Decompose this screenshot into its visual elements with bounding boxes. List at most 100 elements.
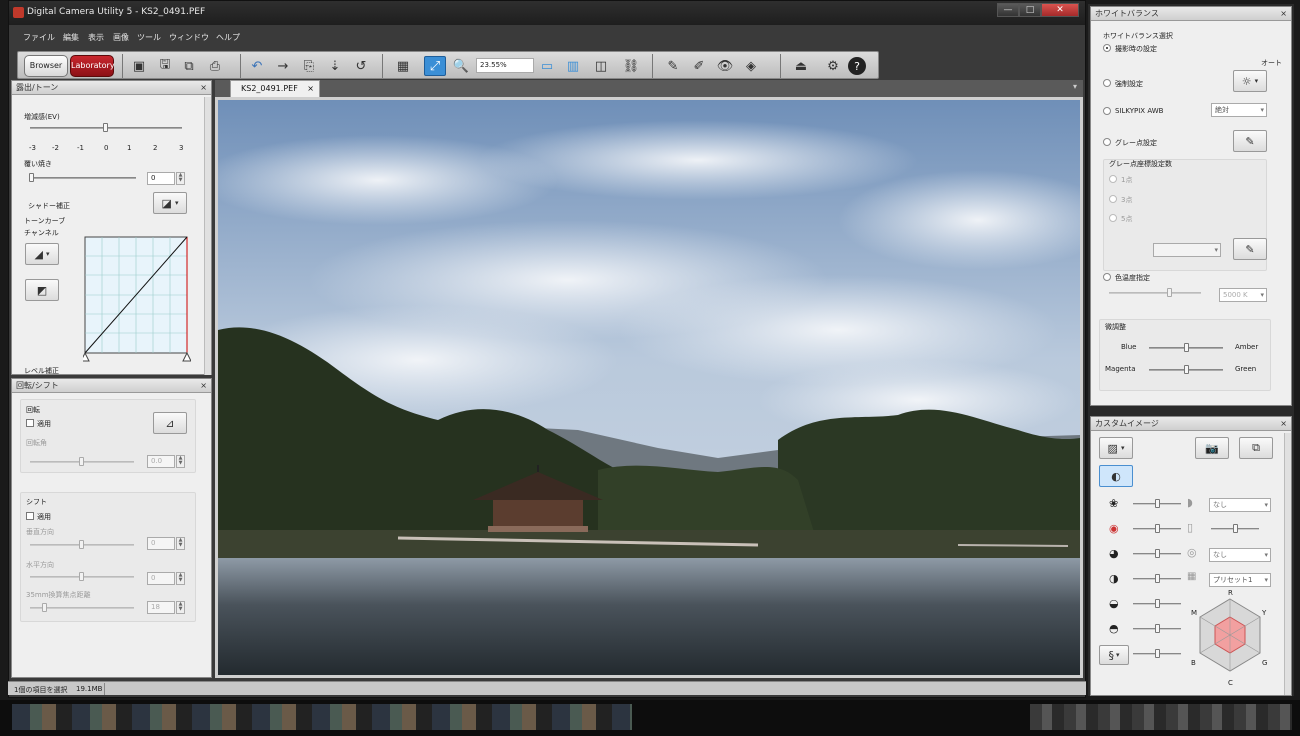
burn-slider-track[interactable] — [30, 177, 136, 179]
print-icon[interactable]: ⎙ — [204, 56, 226, 76]
zoom-icon[interactable]: 🔍 — [450, 56, 472, 76]
close-icon[interactable]: × — [200, 81, 207, 94]
focal-slider-knob[interactable] — [42, 603, 47, 612]
crop-icon[interactable]: ◫ — [590, 56, 612, 76]
silkypix-mode-select[interactable]: 絶対 — [1211, 103, 1267, 117]
link-icon[interactable]: ⛓ — [620, 56, 642, 76]
menu-tools[interactable]: ツール — [137, 32, 161, 43]
color-temp-slider-knob[interactable] — [1167, 288, 1172, 297]
color-hexagon[interactable] — [1189, 587, 1271, 683]
system-tray[interactable] — [1030, 704, 1292, 730]
curve-edit-button[interactable]: ◩ — [25, 279, 59, 301]
menu-window[interactable]: ウィンドウ — [169, 32, 209, 43]
saturation-slider-knob[interactable] — [1155, 499, 1160, 508]
eyedropper-icon[interactable]: ✎ — [662, 56, 684, 76]
angle-spinner[interactable]: ▲ ▼ — [176, 455, 185, 468]
rotate-apply-checkbox[interactable] — [26, 419, 34, 427]
copy-settings-icon[interactable]: ⎘ — [298, 56, 320, 76]
taskbar-thumbnails[interactable] — [12, 704, 632, 730]
rotate-button[interactable]: ⊿ — [153, 412, 187, 434]
blue-amber-slider-knob[interactable] — [1184, 343, 1189, 352]
color-temp-radio[interactable] — [1103, 273, 1111, 281]
fit-zoom-icon[interactable]: ⤢ — [424, 56, 446, 76]
forced-radio[interactable] — [1103, 79, 1111, 87]
ev-slider-knob[interactable] — [103, 123, 108, 132]
gray-1-radio[interactable] — [1109, 175, 1117, 183]
folder-icon[interactable]: ▭ — [536, 56, 558, 76]
upload-icon[interactable]: ⏏ — [790, 56, 812, 76]
paste-settings-icon[interactable]: ⇣ — [324, 56, 346, 76]
burn-slider-knob[interactable] — [29, 173, 34, 182]
sharpness-slider-knob[interactable] — [1155, 649, 1160, 658]
gray-point-radio[interactable] — [1103, 138, 1111, 146]
horizontal-slider-knob[interactable] — [79, 572, 84, 581]
tab-close-icon[interactable]: × — [307, 81, 314, 96]
hue-slider-knob[interactable] — [1155, 524, 1160, 533]
close-icon[interactable]: × — [1280, 7, 1287, 20]
filter-select[interactable]: なし — [1209, 498, 1271, 512]
tab-list-icon[interactable]: ▾ — [1073, 82, 1077, 91]
brush-icon[interactable]: ✐ — [688, 56, 710, 76]
window-layout-icon[interactable]: ▣ — [128, 56, 150, 76]
close-button[interactable]: ✕ — [1041, 3, 1079, 17]
save-icon[interactable]: 🖫 — [154, 56, 176, 76]
title-bar[interactable]: Digital Camera Utility 5 - KS2_0491.PEF … — [9, 1, 1085, 25]
close-icon[interactable]: × — [200, 379, 207, 392]
highlight-slider-knob[interactable] — [1155, 599, 1160, 608]
wb-preset-dropdown[interactable]: ☼ ▾ — [1233, 70, 1267, 92]
reset-icon[interactable]: ↺ — [350, 56, 372, 76]
tab-ks2-0491[interactable]: KS2_0491.PEF × — [230, 80, 320, 97]
angle-input[interactable]: 0.0 — [147, 455, 175, 468]
image-tone-dropdown[interactable]: ▨ ▾ — [1099, 437, 1133, 459]
silkypix-radio[interactable] — [1103, 107, 1111, 115]
custom-panel-scrollbar[interactable] — [1284, 433, 1291, 695]
gray-3-radio[interactable] — [1109, 195, 1117, 203]
gray-point-select[interactable] — [1153, 243, 1221, 257]
vertical-spinner[interactable]: ▲ ▼ — [176, 537, 185, 550]
menu-view[interactable]: 表示 — [88, 32, 104, 43]
color-temp-select[interactable]: 5000 K — [1219, 288, 1267, 302]
help-icon[interactable]: ? — [848, 57, 866, 75]
shadow-slider-knob[interactable] — [1155, 624, 1160, 633]
shadow-correction-dropdown[interactable]: ◪ ▾ — [153, 192, 187, 214]
tone-curve-graph[interactable] — [83, 235, 191, 363]
maximize-button[interactable]: □ — [1019, 3, 1041, 17]
contrast-mode-button[interactable]: ◐ — [1099, 465, 1133, 487]
menu-image[interactable]: 画像 — [113, 32, 129, 43]
zoom-input[interactable]: 23.55% — [476, 58, 534, 73]
grid-icon[interactable]: ▦ — [392, 56, 414, 76]
channel-dropdown[interactable]: ◢ ▾ — [25, 243, 59, 265]
focal-input[interactable]: 18 — [147, 601, 175, 614]
key-slider-knob[interactable] — [1233, 524, 1238, 533]
color-temp-slider-track[interactable] — [1109, 292, 1201, 294]
gray-picker-button[interactable]: ✎ — [1233, 130, 1267, 152]
vertical-slider-knob[interactable] — [79, 540, 84, 549]
menu-file[interactable]: ファイル — [23, 32, 55, 43]
color-profile-icon[interactable]: ◈ — [740, 56, 762, 76]
contrast-slider-knob[interactable] — [1155, 574, 1160, 583]
laboratory-button[interactable]: Laboratory — [70, 55, 115, 77]
toning-select[interactable]: なし — [1209, 548, 1271, 562]
burn-input[interactable]: 0 — [147, 172, 175, 185]
angle-slider-knob[interactable] — [79, 457, 84, 466]
compare-icon[interactable]: ▥ — [562, 56, 584, 76]
vertical-input[interactable]: 0 — [147, 537, 175, 550]
shift-apply-checkbox[interactable] — [26, 512, 34, 520]
menu-edit[interactable]: 編集 — [63, 32, 79, 43]
gray-point-picker-button[interactable]: ✎ — [1233, 238, 1267, 260]
as-shot-radio[interactable] — [1103, 44, 1111, 52]
minimize-button[interactable]: — — [997, 3, 1019, 17]
close-icon[interactable]: × — [1280, 417, 1287, 430]
capture-settings-button[interactable]: 📷 — [1195, 437, 1229, 459]
export-icon[interactable]: ⧉ — [178, 56, 200, 76]
save-custom-button[interactable]: ⧉ — [1239, 437, 1273, 459]
panel-scrollbar[interactable] — [204, 97, 211, 375]
forward-icon[interactable]: → — [272, 56, 294, 76]
preset-select[interactable]: プリセット1 — [1209, 573, 1271, 587]
horizontal-input[interactable]: 0 — [147, 572, 175, 585]
burn-spinner[interactable]: ▲ ▼ — [176, 172, 185, 185]
photo-preview[interactable] — [218, 100, 1080, 675]
toning-slider-knob[interactable] — [1155, 549, 1160, 558]
horizontal-spinner[interactable]: ▲ ▼ — [176, 572, 185, 585]
preview-eye-icon[interactable]: 👁 — [714, 56, 736, 76]
